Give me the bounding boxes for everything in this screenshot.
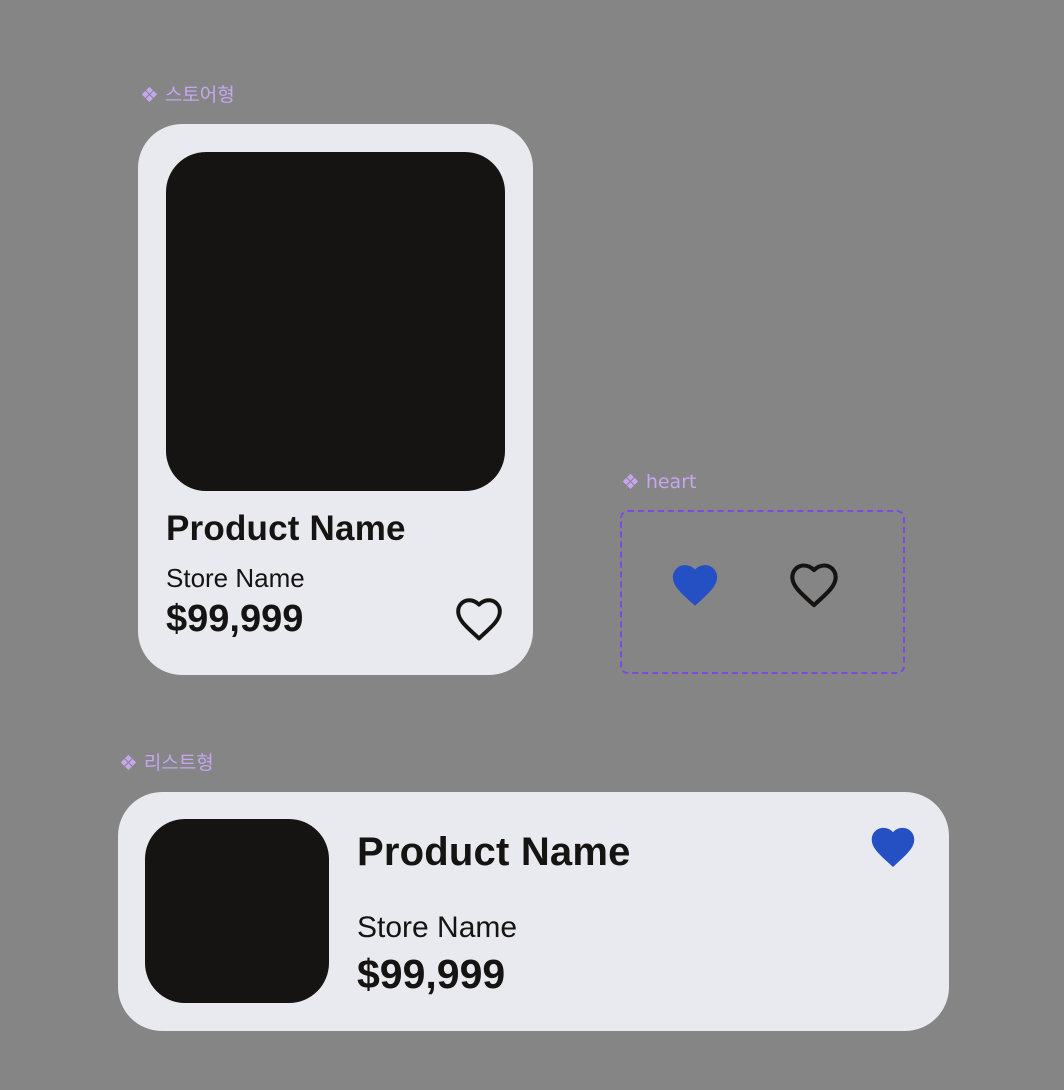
heart-filled-icon[interactable] <box>868 824 918 870</box>
component-icon: ❖ <box>621 470 640 494</box>
store-card-component-label[interactable]: ❖ 스토어형 <box>140 85 235 106</box>
heart-label-text: heart <box>645 471 697 493</box>
list-card[interactable]: Product Name Store Name $99,999 <box>118 792 949 1031</box>
component-icon: ❖ <box>119 751 138 775</box>
store-card-label-text: 스토어형 <box>164 84 235 106</box>
heart-component-set[interactable] <box>620 510 905 674</box>
product-price: $99,999 <box>166 598 304 640</box>
product-price: $99,999 <box>357 951 506 997</box>
store-name: Store Name <box>166 563 305 593</box>
heart-filled-icon[interactable] <box>669 561 721 609</box>
store-name: Store Name <box>357 911 518 944</box>
heart-outline-icon[interactable] <box>788 561 840 609</box>
product-thumbnail[interactable] <box>145 819 329 1003</box>
list-card-label-text: 리스트형 <box>143 752 214 774</box>
heart-outline-icon[interactable] <box>454 596 504 644</box>
component-icon: ❖ <box>140 83 159 107</box>
product-name: Product Name <box>166 509 406 548</box>
list-card-component-label[interactable]: ❖ 리스트형 <box>119 753 214 774</box>
heart-component-label[interactable]: ❖ heart <box>621 472 696 493</box>
store-card[interactable]: Product Name Store Name $99,999 <box>138 124 533 675</box>
product-thumbnail[interactable] <box>166 152 505 491</box>
product-name: Product Name <box>357 830 631 874</box>
